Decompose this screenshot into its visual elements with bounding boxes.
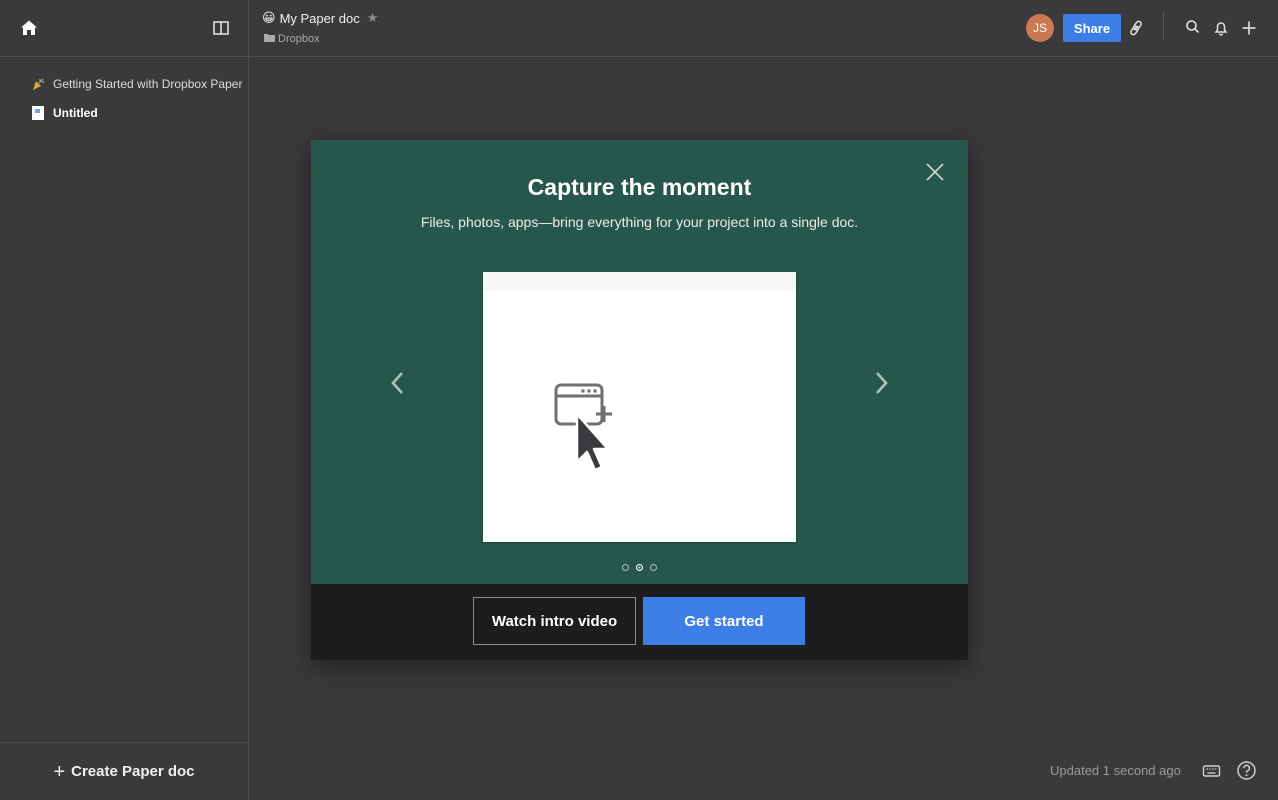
sidebar-header (0, 0, 248, 57)
sidebar-toggle-icon[interactable] (211, 18, 231, 38)
help-icon[interactable] (1236, 760, 1257, 786)
folder-icon (264, 33, 275, 45)
modal-content: Capture the moment Files, photos, apps—b… (311, 140, 968, 584)
carousel-dot-active[interactable] (636, 564, 643, 571)
sidebar-item-untitled[interactable]: Untitled (0, 98, 248, 127)
avatar[interactable]: JS (1026, 14, 1054, 42)
close-icon[interactable] (924, 161, 946, 183)
doc-header: 😀 My Paper doc ★ Dropbox JS Share (249, 0, 1278, 57)
carousel-dot[interactable] (622, 564, 629, 571)
updated-status: Updated 1 second ago (1050, 763, 1181, 778)
sidebar-footer: + Create Paper doc (0, 742, 248, 800)
onboarding-modal: Capture the moment Files, photos, apps—b… (311, 140, 968, 660)
sidebar: Getting Started with Dropbox Paper Untit… (0, 0, 249, 800)
illustration-topbar (483, 272, 796, 290)
breadcrumb[interactable]: Dropbox (264, 33, 320, 45)
doc-emoji[interactable]: 😀 (262, 10, 276, 26)
star-icon[interactable]: ★ (367, 10, 379, 26)
plus-icon: + (53, 760, 66, 783)
create-paper-doc-button[interactable]: + Create Paper doc (53, 762, 194, 782)
modal-subtitle: Files, photos, apps—bring everything for… (420, 214, 859, 230)
link-icon[interactable] (1126, 18, 1146, 38)
create-paper-doc-label: Create Paper doc (71, 763, 195, 780)
chevron-left-icon[interactable] (389, 370, 407, 396)
get-started-button[interactable]: Get started (643, 597, 805, 645)
document-icon (30, 105, 46, 121)
breadcrumb-folder: Dropbox (278, 33, 320, 45)
share-button[interactable]: Share (1063, 14, 1121, 42)
search-icon[interactable] (1183, 17, 1203, 37)
doc-title-text[interactable]: My Paper doc (280, 11, 360, 26)
modal-title: Capture the moment (527, 174, 752, 200)
doc-title: 😀 My Paper doc ★ (262, 10, 378, 26)
chevron-right-icon[interactable] (872, 370, 890, 396)
illustration-card (483, 272, 796, 542)
bell-icon[interactable] (1211, 18, 1231, 38)
party-popper-icon (30, 76, 46, 92)
header-divider (1163, 12, 1164, 40)
modal-actions: Watch intro video Get started (311, 584, 968, 660)
sidebar-item-label: Untitled (53, 105, 98, 120)
carousel-dot[interactable] (650, 564, 657, 571)
doc-list: Getting Started with Dropbox Paper Untit… (0, 57, 248, 127)
keyboard-icon[interactable] (1202, 763, 1221, 784)
plus-icon[interactable] (1239, 18, 1259, 38)
home-icon[interactable] (18, 17, 40, 39)
add-embed-cursor-icon (554, 383, 612, 472)
sidebar-item-getting-started[interactable]: Getting Started with Dropbox Paper (0, 69, 248, 98)
sidebar-item-label: Getting Started with Dropbox Paper (53, 76, 243, 91)
watch-intro-video-button[interactable]: Watch intro video (473, 597, 636, 645)
carousel-pagination (311, 564, 968, 571)
